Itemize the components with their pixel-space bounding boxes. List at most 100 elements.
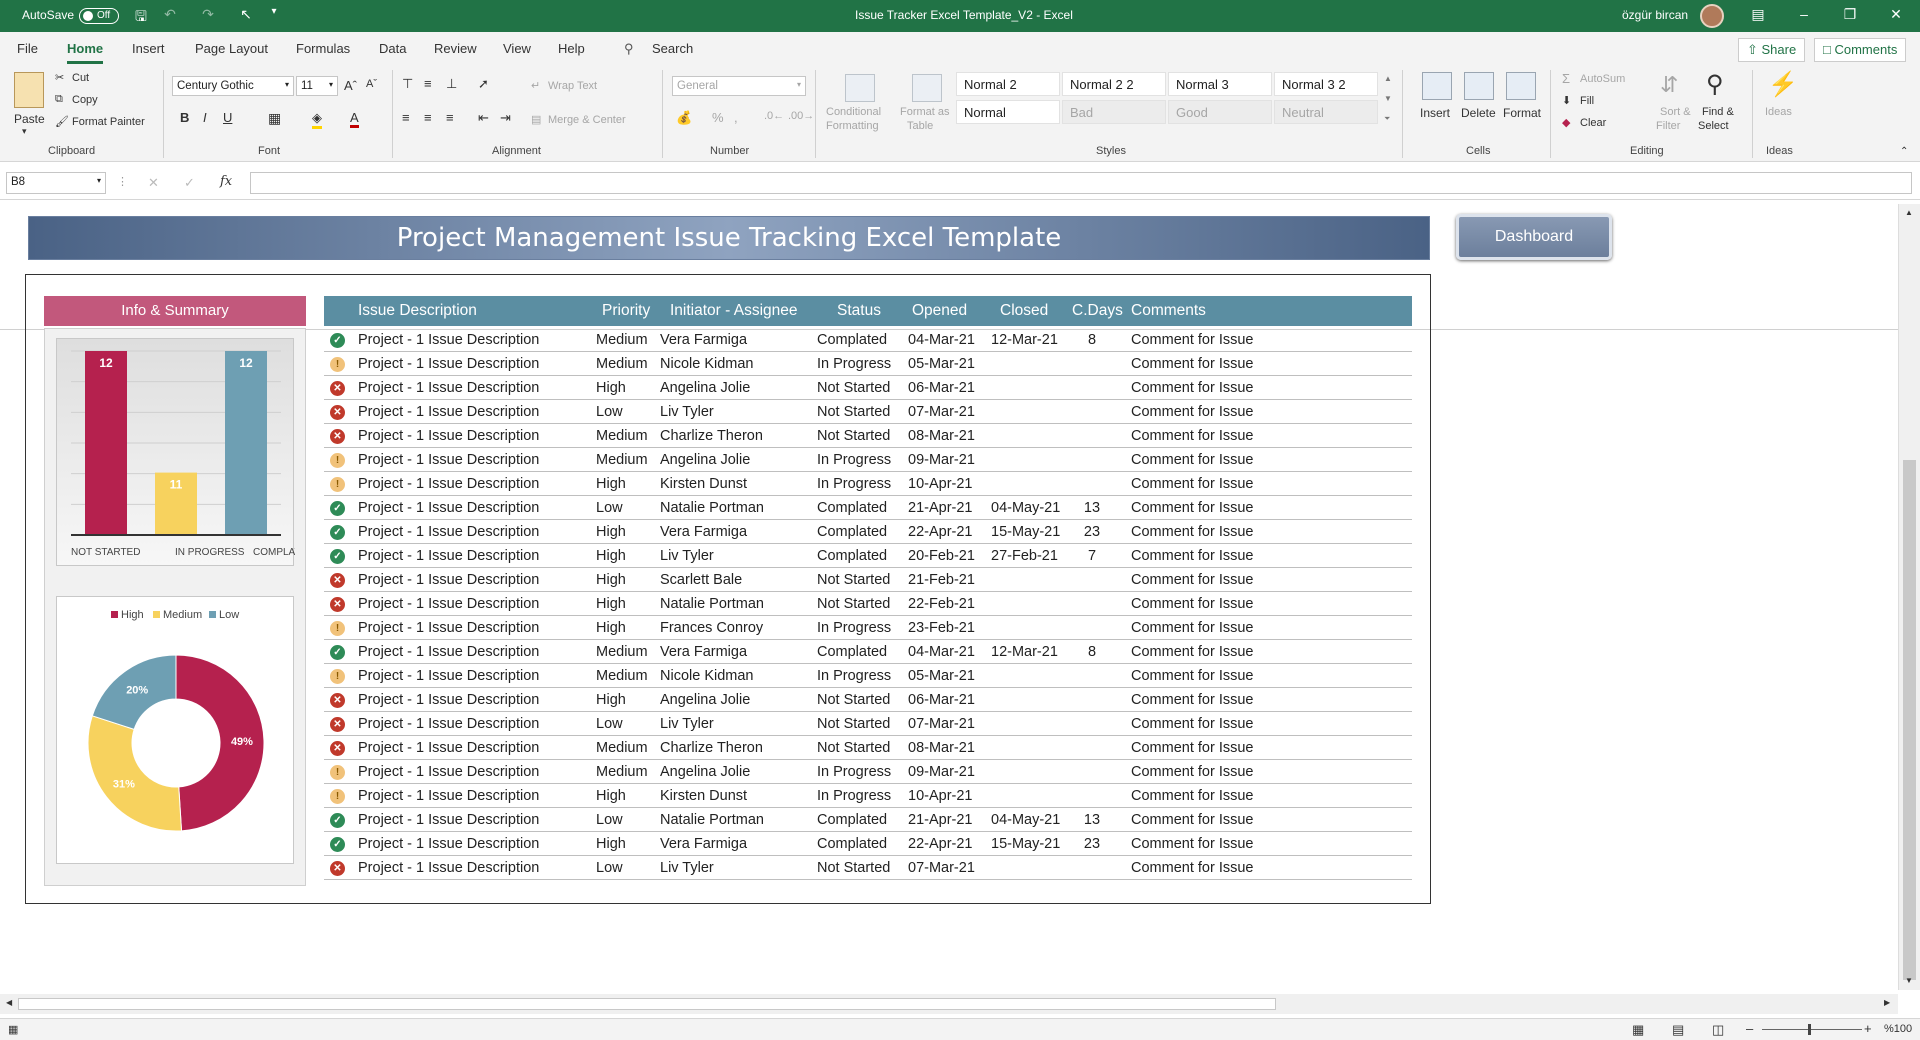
cell-priority[interactable]: Low (596, 500, 623, 516)
italic-icon[interactable]: I (203, 110, 207, 125)
autosum-button[interactable]: AutoSum (1580, 73, 1625, 85)
underline-icon[interactable]: U (223, 110, 232, 125)
table-row[interactable]: ! Project - 1 Issue Description Medium Ange… (324, 760, 1412, 784)
wrap-text-button[interactable]: Wrap Text (548, 80, 597, 92)
cell-comment[interactable]: Comment for Issue (1131, 404, 1254, 420)
cell-comment[interactable]: Comment for Issue (1131, 356, 1254, 372)
undo-icon[interactable]: ↶ (160, 6, 180, 26)
cell-opened[interactable]: 07-Mar-21 (908, 716, 975, 732)
cell-cdays[interactable]: 8 (1088, 332, 1096, 348)
comma-icon[interactable]: , (734, 110, 738, 125)
insert-cells-button[interactable]: Insert (1420, 106, 1450, 120)
normal-view-icon[interactable]: ▦ (1632, 1022, 1644, 1038)
cell-priority[interactable]: High (596, 476, 626, 492)
format-as-table-button[interactable]: Format as (900, 106, 950, 118)
zoom-slider-thumb[interactable] (1808, 1024, 1811, 1035)
cell-opened[interactable]: 05-Mar-21 (908, 356, 975, 372)
cell-assignee[interactable]: Kirsten Dunst (660, 788, 747, 804)
enter-icon[interactable]: ✓ (184, 175, 195, 191)
zoom-out-icon[interactable]: – (1746, 1021, 1753, 1036)
worksheet[interactable]: Project Management Issue Tracking Excel … (0, 204, 1898, 990)
cell-description[interactable]: Project - 1 Issue Description (358, 476, 539, 492)
macro-recording-icon[interactable]: ▦ (8, 1023, 18, 1036)
cell-comment[interactable]: Comment for Issue (1131, 500, 1254, 516)
style-normal-2[interactable]: Normal 2 (956, 72, 1060, 96)
cell-assignee[interactable]: Charlize Theron (660, 740, 763, 756)
cell-assignee[interactable]: Angelina Jolie (660, 380, 750, 396)
cell-description[interactable]: Project - 1 Issue Description (358, 668, 539, 684)
col-priority[interactable]: Priority (602, 302, 650, 320)
font-size-select[interactable]: 11 ▾ (296, 76, 338, 96)
cell-priority[interactable]: Medium (596, 740, 648, 756)
table-row[interactable]: ✕ Project - 1 Issue Description Medium Char… (324, 424, 1412, 448)
table-row[interactable]: ✕ Project - 1 Issue Description High Angeli… (324, 688, 1412, 712)
align-middle-icon[interactable]: ≡ (424, 76, 432, 91)
col-opened[interactable]: Opened (912, 302, 967, 320)
find-select-button[interactable]: Find & (1702, 106, 1734, 118)
cell-assignee[interactable]: Angelina Jolie (660, 764, 750, 780)
cell-status[interactable]: In Progress (817, 764, 891, 780)
horizontal-scroll-thumb[interactable] (18, 998, 1276, 1010)
close-icon[interactable]: ✕ (1886, 6, 1906, 26)
tab-formulas[interactable]: Formulas (296, 41, 350, 56)
cell-assignee[interactable]: Frances Conroy (660, 620, 763, 636)
table-row[interactable]: ✕ Project - 1 Issue Description Low Liv Tyl… (324, 400, 1412, 424)
increase-font-icon[interactable]: Aˆ (344, 78, 357, 93)
cell-description[interactable]: Project - 1 Issue Description (358, 788, 539, 804)
col-issue-description[interactable]: Issue Description (358, 302, 477, 320)
fill-color-icon[interactable]: ◈ (312, 110, 322, 129)
cell-priority[interactable]: High (596, 788, 626, 804)
cell-opened[interactable]: 07-Mar-21 (908, 404, 975, 420)
cell-description[interactable]: Project - 1 Issue Description (358, 332, 539, 348)
ribbon-display-icon[interactable]: ▤ (1748, 6, 1768, 26)
paste-button[interactable]: Paste (14, 112, 45, 126)
cell-comment[interactable]: Comment for Issue (1131, 788, 1254, 804)
cell-comment[interactable]: Comment for Issue (1131, 740, 1254, 756)
table-row[interactable]: ! Project - 1 Issue Description Medium Nico… (324, 352, 1412, 376)
table-row[interactable]: ! Project - 1 Issue Description High Kirste… (324, 784, 1412, 808)
cell-opened[interactable]: 10-Apr-21 (908, 476, 972, 492)
cell-assignee[interactable]: Vera Farmiga (660, 524, 747, 540)
tab-page-layout[interactable]: Page Layout (195, 41, 268, 56)
tab-home[interactable]: Home (67, 41, 104, 64)
cell-comment[interactable]: Comment for Issue (1131, 668, 1254, 684)
table-row[interactable]: ✓ Project - 1 Issue Description High Vera F… (324, 832, 1412, 856)
cell-status[interactable]: Complated (817, 836, 887, 852)
scroll-down-icon[interactable]: ▼ (1905, 976, 1913, 985)
tab-help[interactable]: Help (558, 41, 585, 56)
cell-priority[interactable]: Low (596, 404, 623, 420)
cell-status[interactable]: Complated (817, 548, 887, 564)
zoom-slider[interactable] (1762, 1029, 1862, 1030)
styles-scroll-down-icon[interactable]: ▼ (1384, 94, 1392, 103)
search-box[interactable]: Search (652, 41, 693, 56)
cell-priority[interactable]: Medium (596, 428, 648, 444)
cell-status[interactable]: In Progress (817, 620, 891, 636)
cell-description[interactable]: Project - 1 Issue Description (358, 620, 539, 636)
cell-comment[interactable]: Comment for Issue (1131, 476, 1254, 492)
col-initiator-assignee[interactable]: Initiator - Assignee (670, 302, 798, 320)
styles-more-icon[interactable]: ⏷ (1384, 114, 1390, 124)
table-row[interactable]: ! Project - 1 Issue Description Medium Ange… (324, 448, 1412, 472)
cell-opened[interactable]: 10-Apr-21 (908, 788, 972, 804)
cell-closed[interactable]: 04-May-21 (991, 500, 1060, 516)
cell-comment[interactable]: Comment for Issue (1131, 860, 1254, 876)
cell-comment[interactable]: Comment for Issue (1131, 548, 1254, 564)
tab-data[interactable]: Data (379, 41, 406, 56)
cell-priority[interactable]: High (596, 692, 626, 708)
cell-assignee[interactable]: Natalie Portman (660, 500, 764, 516)
cell-priority[interactable]: High (596, 380, 626, 396)
align-top-icon[interactable]: ⊤ (402, 76, 413, 92)
cell-comment[interactable]: Comment for Issue (1131, 716, 1254, 732)
align-left-icon[interactable]: ≡ (402, 110, 410, 125)
cell-priority[interactable]: High (596, 548, 626, 564)
table-row[interactable]: ✕ Project - 1 Issue Description High Scarle… (324, 568, 1412, 592)
insert-function-icon[interactable]: fx (220, 174, 232, 189)
cell-comment[interactable]: Comment for Issue (1131, 836, 1254, 852)
scroll-left-icon[interactable]: ◀ (6, 998, 12, 1007)
cell-opened[interactable]: 20-Feb-21 (908, 548, 975, 564)
cell-opened[interactable]: 04-Mar-21 (908, 644, 975, 660)
customize-toolbar-icon[interactable]: ▾ (264, 6, 284, 26)
cell-status[interactable]: Complated (817, 500, 887, 516)
cell-cdays[interactable]: 23 (1084, 836, 1100, 852)
cell-assignee[interactable]: Vera Farmiga (660, 836, 747, 852)
